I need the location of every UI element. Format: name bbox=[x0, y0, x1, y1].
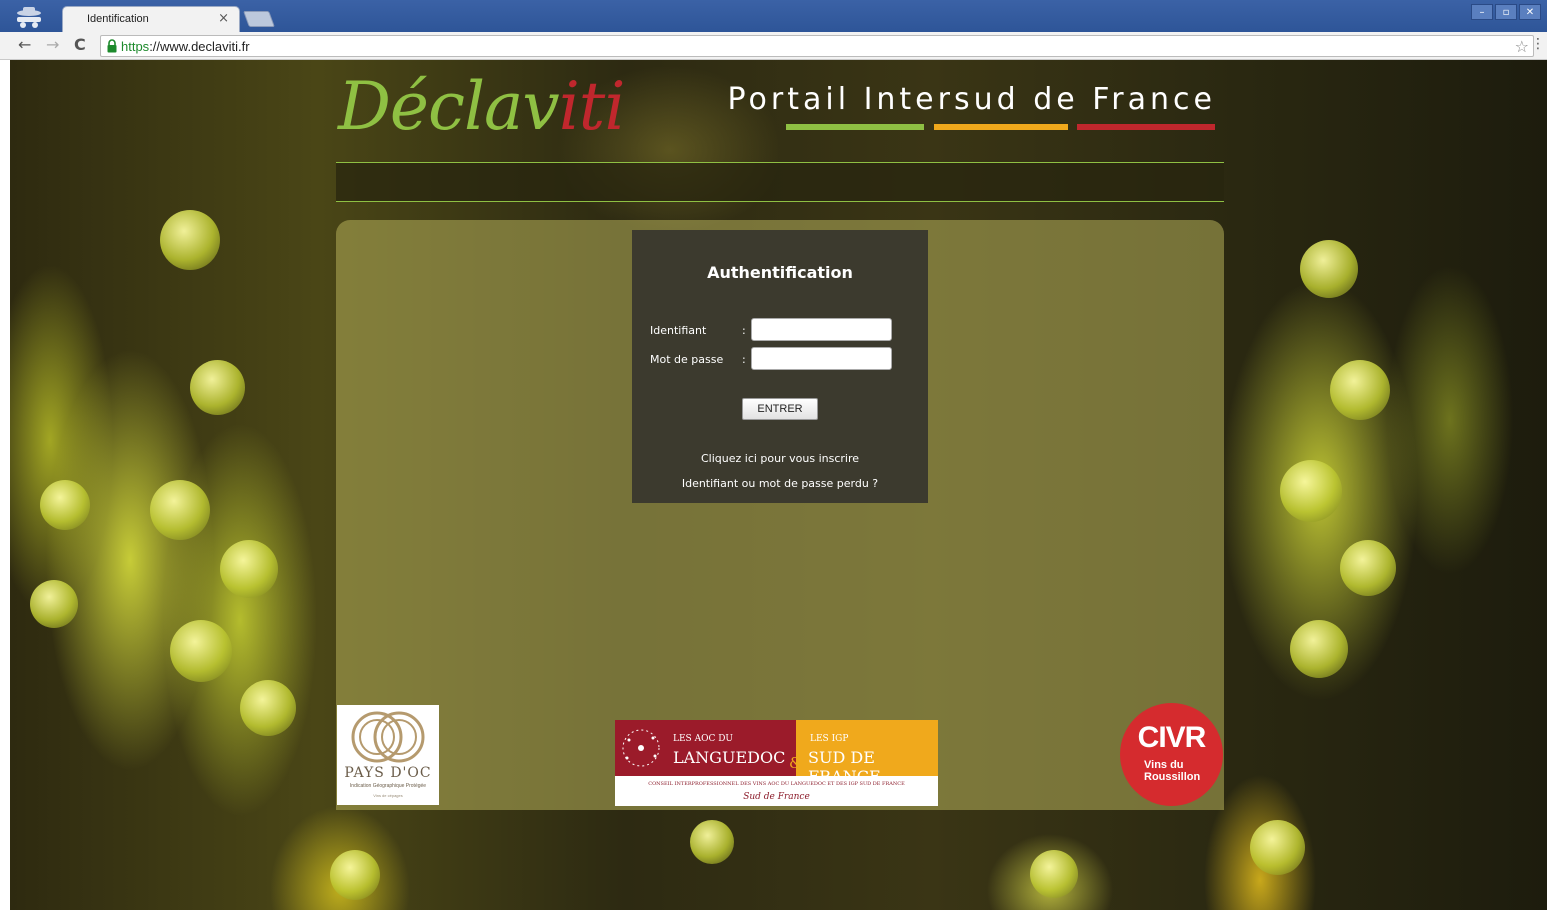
accent-bar-orange bbox=[934, 124, 1068, 130]
civr-title: CIVR bbox=[1137, 721, 1207, 754]
page-background: Déclaviti Portail Intersud de France Aut… bbox=[10, 60, 1547, 910]
tab-close-icon[interactable]: × bbox=[218, 11, 229, 26]
url-text: https://www.declaviti.fr bbox=[121, 39, 250, 54]
civr-line1: Vins du bbox=[1144, 759, 1184, 771]
grape-decoration bbox=[1330, 360, 1390, 420]
username-input[interactable] bbox=[751, 318, 892, 341]
pays-doc-rings-icon bbox=[351, 711, 425, 763]
tab-identification[interactable]: Identification × bbox=[62, 6, 240, 32]
civr-logo[interactable]: CIVR Vins du Roussillon bbox=[1120, 703, 1223, 806]
forgot-credentials-link[interactable]: Identifiant ou mot de passe perdu ? bbox=[632, 477, 928, 490]
grape-decoration bbox=[190, 360, 245, 415]
aoc-footer-text: CONSEIL INTERPROFESSIONNEL DES VINS AOC … bbox=[648, 781, 905, 787]
civr-subtitle: Vins du Roussillon bbox=[1144, 759, 1200, 783]
grape-decoration bbox=[160, 210, 220, 270]
civr-line2: Roussillon bbox=[1144, 771, 1201, 783]
username-colon: : bbox=[742, 324, 746, 337]
pays-doc-subtitle2: Vins de cépages bbox=[373, 793, 403, 798]
aoc-sud-de-france: Sud de France bbox=[743, 792, 810, 802]
address-bar[interactable]: https://www.declaviti.fr ☆ bbox=[100, 35, 1534, 57]
window-controls: – ▫ ✕ bbox=[1471, 4, 1541, 20]
password-input[interactable] bbox=[751, 347, 892, 370]
grape-decoration bbox=[170, 620, 232, 682]
grape-decoration bbox=[1300, 240, 1358, 298]
password-colon: : bbox=[742, 353, 746, 366]
close-window-button[interactable]: ✕ bbox=[1519, 4, 1541, 20]
aoc-ampersand: & bbox=[789, 754, 803, 772]
browser-tab-bar: Identification × – ▫ ✕ bbox=[0, 0, 1547, 32]
starburst-icon bbox=[622, 729, 660, 767]
accent-bar-red bbox=[1077, 124, 1215, 130]
grape-decoration bbox=[690, 820, 734, 864]
username-label: Identifiant bbox=[650, 324, 707, 337]
grape-decoration bbox=[1340, 540, 1396, 596]
header-divider-bottom bbox=[336, 201, 1224, 202]
browser-toolbar: ← → C https://www.declaviti.fr ☆ ⋮ bbox=[0, 32, 1547, 60]
grape-decoration bbox=[240, 680, 296, 736]
grape-decoration bbox=[330, 850, 380, 900]
grape-decoration bbox=[40, 480, 90, 530]
new-tab-button[interactable] bbox=[243, 11, 275, 27]
register-link[interactable]: Cliquez ici pour vous inscrire bbox=[632, 452, 928, 465]
lock-icon bbox=[107, 39, 117, 53]
grape-decoration bbox=[1250, 820, 1305, 875]
tab-title: Identification bbox=[87, 13, 149, 25]
browser-menu-icon[interactable]: ⋮ bbox=[1531, 36, 1545, 52]
bookmark-star-icon[interactable]: ☆ bbox=[1515, 37, 1529, 56]
aoc-left-small: LES AOC DU bbox=[673, 734, 733, 744]
sub-navigation-bar bbox=[336, 163, 1224, 201]
login-title: Authentification bbox=[707, 263, 853, 282]
logo-tail: iti bbox=[558, 68, 626, 145]
back-arrow-icon[interactable]: ← bbox=[18, 35, 31, 54]
accent-bar-green bbox=[786, 124, 924, 130]
pays-doc-subtitle: Indication Géographique Protégée bbox=[349, 783, 427, 789]
logo-main: Déclav bbox=[338, 68, 560, 145]
login-submit-button[interactable]: ENTRER bbox=[742, 398, 818, 420]
url-host: ://www.declaviti.fr bbox=[149, 39, 250, 54]
grape-decoration bbox=[30, 580, 78, 628]
grape-decoration bbox=[1030, 850, 1078, 898]
incognito-icon bbox=[17, 7, 41, 28]
forward-arrow-icon[interactable]: → bbox=[46, 35, 59, 54]
grape-decoration bbox=[1290, 620, 1348, 678]
grape-decoration bbox=[150, 480, 210, 540]
grape-decoration bbox=[220, 540, 278, 598]
password-label: Mot de passe bbox=[650, 353, 724, 366]
aoc-languedoc-logo[interactable]: LES AOC DU LANGUEDOC & LES IGP SUD DE FR… bbox=[615, 720, 938, 806]
pays-doc-logo[interactable]: PAYS D'OC Indication Géographique Protég… bbox=[337, 705, 439, 805]
declaviti-logo[interactable]: Déclaviti bbox=[338, 68, 626, 145]
minimize-button[interactable]: – bbox=[1471, 4, 1493, 20]
site-header: Déclaviti Portail Intersud de France bbox=[336, 60, 1224, 202]
aoc-left-big: LANGUEDOC bbox=[673, 748, 786, 767]
url-scheme: https bbox=[121, 39, 150, 54]
grape-decoration bbox=[1280, 460, 1342, 522]
reload-icon[interactable]: C bbox=[74, 35, 86, 54]
aoc-right-small: LES IGP bbox=[810, 734, 849, 744]
login-box: Authentification Identifiant : Mot de pa… bbox=[632, 230, 928, 503]
portal-title: Portail Intersud de France bbox=[727, 82, 1216, 117]
pays-doc-name: PAYS D'OC bbox=[344, 765, 432, 781]
maximize-button[interactable]: ▫ bbox=[1495, 4, 1517, 20]
